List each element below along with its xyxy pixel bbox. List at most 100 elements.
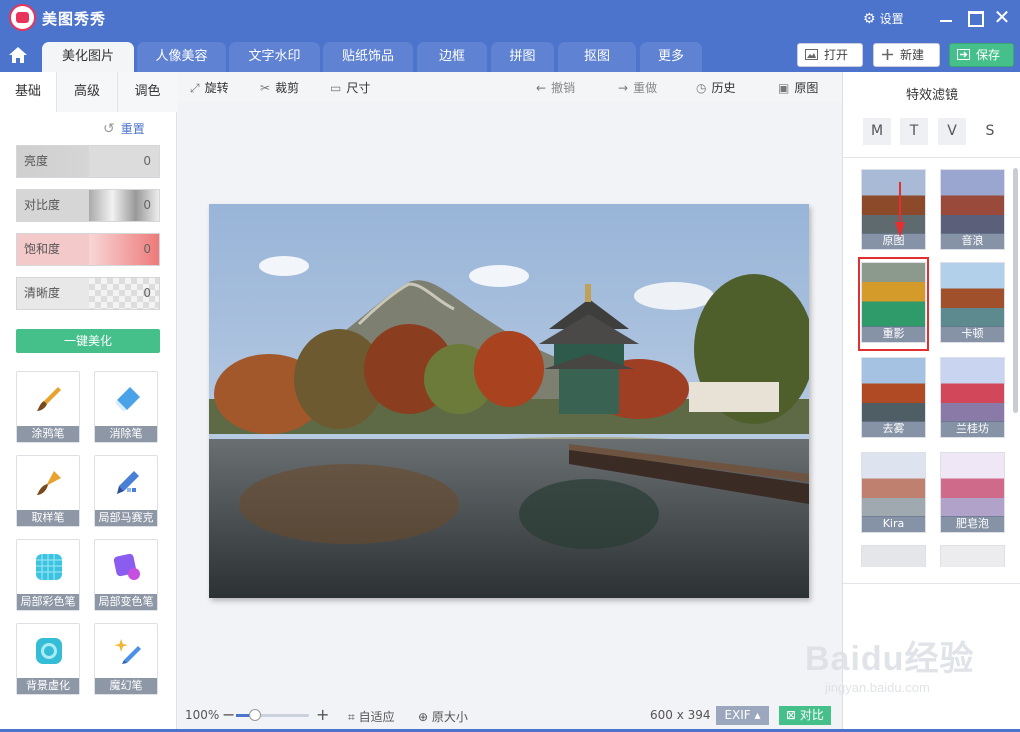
zoom-out-button[interactable]: − [222, 705, 235, 724]
history-button[interactable]: ◷ 历史 [696, 79, 736, 96]
fit-button[interactable]: ⌗ 自适应 [348, 708, 395, 725]
edit-toolbar: ⤢ 旋转 ✂ 裁剪 ▭ 尺寸 ← 撤销 → 重做 ◷ 历史 ▣ 原图 [178, 72, 842, 102]
category-v[interactable]: V [938, 118, 966, 145]
filter-lag[interactable]: 卡顿 [940, 262, 1005, 343]
status-bar: 100% − + ⌗ 自适应 ⊕ 原大小 600 x 394 EXIF ▴ ⊠ … [178, 702, 842, 732]
category-t[interactable]: T [900, 118, 928, 145]
clone-brush-icon [37, 471, 61, 495]
zoom-knob[interactable] [248, 709, 261, 721]
crop-button[interactable]: ✂ 裁剪 [260, 79, 299, 96]
tab-more[interactable]: 更多 [640, 42, 702, 72]
tool-label: 魔幻笔 [95, 678, 157, 694]
subtab-bar: 基础 高级 调色 [0, 72, 177, 112]
filter-lan-kwai-fong[interactable]: 兰桂坊 [940, 357, 1005, 438]
caret-up-icon: ▴ [750, 708, 761, 722]
filter-soap-bubble[interactable]: 肥皂泡 [940, 452, 1005, 533]
subtab-basic[interactable]: 基础 [0, 72, 57, 112]
mosaic-pen-icon [117, 471, 139, 494]
exif-label: EXIF [724, 708, 751, 722]
tab-portrait[interactable]: 人像美容 [137, 42, 226, 72]
edited-photo[interactable] [209, 204, 814, 598]
undo-arrow-icon: ↺ [103, 121, 115, 137]
tool-local-color-pen[interactable]: 局部彩色笔 [16, 539, 80, 611]
open-label: 打开 [824, 48, 849, 62]
saturation-slider[interactable]: 饱和度 0 [16, 233, 160, 266]
tab-stickers[interactable]: 贴纸饰品 [323, 42, 413, 72]
filter-partial[interactable] [940, 545, 1005, 567]
subtab-color[interactable]: 调色 [118, 72, 177, 112]
rotate-label: 旋转 [204, 81, 229, 95]
magic-wand-icon [114, 639, 141, 664]
tool-label: 取样笔 [17, 510, 79, 526]
compare-button[interactable]: ⊠ 对比 [779, 706, 831, 725]
fit-icon: ⌗ [348, 710, 359, 724]
sharpness-slider[interactable]: 清晰度 0 [16, 277, 160, 310]
tool-background-blur[interactable]: 背景虚化 [16, 623, 80, 695]
new-button[interactable]: 新建 [873, 43, 940, 67]
reset-button[interactable]: ↺ 重置 [103, 120, 145, 137]
undo-button[interactable]: ← 撤销 [536, 79, 575, 96]
redo-icon: → [618, 81, 629, 95]
category-s[interactable]: S [976, 118, 1004, 145]
exif-button[interactable]: EXIF ▴ [716, 706, 769, 725]
filter-original[interactable]: 原图 [861, 169, 926, 250]
filter-panel: 特效滤镜 M T V S 原图 音浪 重影 卡顿 去雾 兰桂坊 Kira 肥皂泡 [842, 72, 1020, 732]
tool-label: 局部马赛克 [95, 510, 157, 526]
tool-label: 局部彩色笔 [17, 594, 79, 610]
filter-dehaze[interactable]: 去雾 [861, 357, 926, 438]
filter-scrollbar[interactable] [1013, 168, 1018, 413]
tab-beautify[interactable]: 美化图片 [42, 42, 134, 72]
one-key-beautify-button[interactable]: 一键美化 [16, 329, 160, 353]
open-button[interactable]: 打开 [797, 43, 863, 67]
tab-collage[interactable]: 拼图 [491, 42, 554, 72]
subtab-advanced[interactable]: 高级 [57, 72, 118, 112]
actual-size-button[interactable]: ⊕ 原大小 [418, 708, 468, 725]
tool-label: 局部变色笔 [95, 594, 157, 610]
maximize-button[interactable] [964, 7, 984, 27]
tool-eraser-pen[interactable]: 消除笔 [94, 371, 158, 443]
tool-local-recolor-pen[interactable]: 局部变色笔 [94, 539, 158, 611]
filter-thumbnail [941, 546, 1004, 567]
tab-border[interactable]: 边框 [417, 42, 487, 72]
app-window: 美图秀秀 ⚙ 设置 ✕ 美化图片 人像美容 文字水印 贴纸饰品 边框 拼图 抠图 … [0, 0, 1020, 732]
zoom-in-button[interactable]: + [316, 705, 329, 724]
filter-label: 卡顿 [941, 326, 1004, 342]
save-button[interactable]: 保存 [949, 43, 1014, 67]
tool-label: 涂鸦笔 [17, 426, 79, 442]
home-icon[interactable] [5, 42, 31, 68]
filter-partial[interactable] [861, 545, 926, 567]
filter-label: 原图 [862, 233, 925, 249]
export-icon [957, 49, 970, 60]
resize-icon: ▭ [330, 81, 342, 95]
filter-thumbnail [941, 358, 1004, 422]
app-title: 美图秀秀 [42, 10, 107, 28]
filter-thumbnail [862, 453, 925, 517]
tool-sampling-pen[interactable]: 取样笔 [16, 455, 80, 527]
resize-button[interactable]: ▭ 尺寸 [330, 79, 370, 96]
left-panel: 基础 高级 调色 ↺ 重置 亮度 0 对比度 0 饱和度 0 清晰度 0 一键美化 [0, 72, 177, 732]
filter-sound-wave[interactable]: 音浪 [940, 169, 1005, 250]
category-m[interactable]: M [863, 118, 891, 145]
close-button[interactable]: ✕ [992, 7, 1012, 27]
tab-cutout[interactable]: 抠图 [558, 42, 636, 72]
zoom-slider[interactable] [236, 709, 309, 721]
selection-highlight [858, 257, 929, 351]
tool-label: 消除笔 [95, 426, 157, 442]
minimize-button[interactable] [936, 7, 956, 27]
filter-label: 去雾 [862, 421, 925, 437]
contrast-slider[interactable]: 对比度 0 [16, 189, 160, 222]
rotate-button[interactable]: ⤢ 旋转 [190, 79, 229, 96]
history-label: 历史 [711, 81, 736, 95]
tab-text-watermark[interactable]: 文字水印 [229, 42, 320, 72]
tool-magic-pen[interactable]: 魔幻笔 [94, 623, 158, 695]
filter-kira[interactable]: Kira [861, 452, 926, 533]
tool-local-mosaic[interactable]: 局部马赛克 [94, 455, 158, 527]
settings-button[interactable]: ⚙ 设置 [863, 10, 904, 27]
redo-button[interactable]: → 重做 [618, 79, 657, 96]
brightness-slider[interactable]: 亮度 0 [16, 145, 160, 178]
clock-icon: ◷ [696, 81, 707, 95]
original-button[interactable]: ▣ 原图 [778, 79, 818, 96]
magnifier-icon: ⊕ [418, 710, 432, 724]
app-logo-icon [9, 4, 36, 31]
tool-doodle-pen[interactable]: 涂鸦笔 [16, 371, 80, 443]
